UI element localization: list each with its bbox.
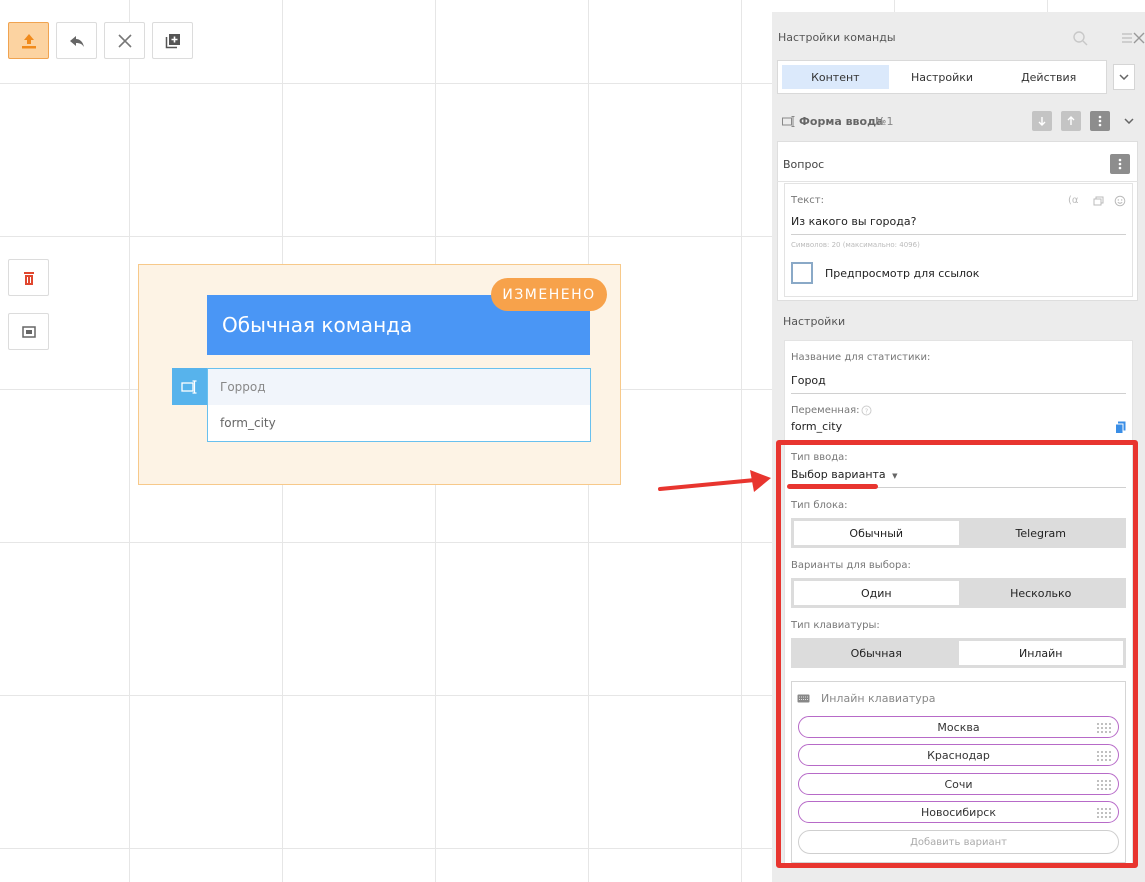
tab-settings[interactable]: Настройки: [889, 65, 996, 89]
question-menu-button[interactable]: [1110, 154, 1130, 174]
input-name: Горрод: [208, 369, 590, 405]
search-icon[interactable]: [1072, 30, 1088, 46]
more-vertical-icon: [1118, 158, 1122, 170]
undo-button[interactable]: [56, 22, 97, 59]
question-section-title: Вопрос: [783, 158, 825, 171]
form-title: Форма ввода: [799, 115, 884, 128]
tab-actions[interactable]: Действия: [995, 65, 1102, 89]
chevron-down-icon: [1119, 74, 1129, 80]
char-count: Символов: 20 (максимально: 4096): [791, 241, 920, 249]
arrow-down-icon: [1038, 117, 1046, 126]
input-form-element[interactable]: Горрод form_city: [207, 368, 591, 442]
variable-insert-icon[interactable]: (α: [1068, 195, 1079, 206]
undo-icon: [69, 35, 84, 47]
emoji-icon[interactable]: [1114, 195, 1126, 207]
upload-icon: [21, 33, 36, 48]
form-menu-button[interactable]: [1090, 111, 1110, 131]
form-number: №1: [875, 115, 894, 128]
text-label: Текст:: [791, 195, 824, 206]
delete-button[interactable]: [8, 259, 49, 296]
add-block-button[interactable]: [152, 22, 193, 59]
copy-text-icon[interactable]: [1093, 196, 1104, 206]
upload-button[interactable]: [8, 22, 49, 59]
tabs-more-button[interactable]: [1113, 64, 1135, 90]
annotation-highlight-box: [776, 440, 1138, 868]
input-form-icon: [782, 116, 795, 127]
variable-input[interactable]: form_city: [791, 420, 842, 433]
move-up-button[interactable]: [1061, 111, 1081, 131]
input-form-icon: [172, 368, 207, 405]
tab-content[interactable]: Контент: [782, 65, 889, 89]
add-block-icon: [165, 33, 180, 48]
stat-name-label: Название для статистики:: [791, 352, 931, 363]
copy-variable-icon[interactable]: [1115, 421, 1126, 434]
svg-text:?: ?: [865, 407, 869, 415]
close-panel-icon[interactable]: [1120, 30, 1145, 46]
settings-section-title: Настройки: [783, 315, 846, 328]
variable-label: Переменная:: [791, 405, 860, 416]
close-button[interactable]: [104, 22, 145, 59]
fit-view-button[interactable]: [8, 313, 49, 350]
preview-links-checkbox[interactable]: [791, 262, 813, 284]
annotation-arrow: [658, 470, 771, 492]
close-icon: [117, 33, 132, 48]
trash-icon: [23, 271, 34, 285]
preview-links-label: Предпросмотр для ссылок: [825, 267, 980, 280]
collapse-chevron-icon[interactable]: [1124, 118, 1134, 124]
annotation-underline: [787, 484, 878, 489]
panel-title: Настройки команды: [778, 31, 896, 44]
stat-name-input[interactable]: Город: [791, 374, 826, 387]
arrow-up-icon: [1067, 116, 1075, 125]
changed-badge: ИЗМЕНЕНО: [491, 278, 607, 311]
panel-tabs: Контент Настройки Действия: [777, 60, 1107, 94]
input-variable: form_city: [220, 416, 276, 430]
more-vertical-icon: [1098, 115, 1102, 127]
move-down-button[interactable]: [1032, 111, 1052, 131]
question-text-input[interactable]: Из какого вы города?: [791, 215, 916, 228]
fit-view-icon: [21, 325, 36, 338]
help-icon[interactable]: ?: [861, 405, 872, 416]
